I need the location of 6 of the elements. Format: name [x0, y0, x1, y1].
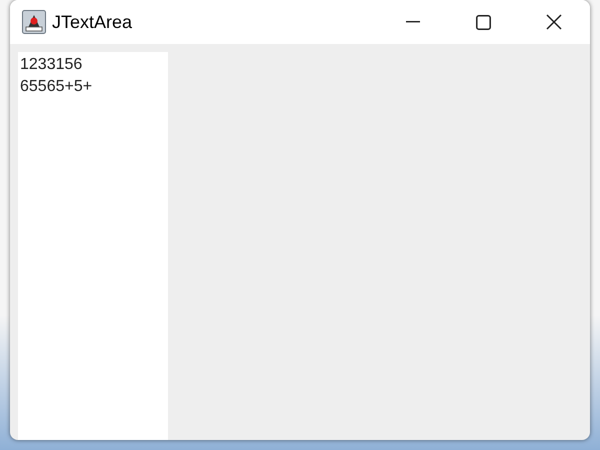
maximize-icon	[476, 14, 490, 30]
minimize-icon	[406, 21, 420, 23]
text-area[interactable]: 1233156 65565+5+	[18, 52, 168, 440]
close-icon	[546, 14, 562, 30]
window-title: JTextArea	[52, 10, 132, 34]
app-icon	[22, 10, 46, 34]
